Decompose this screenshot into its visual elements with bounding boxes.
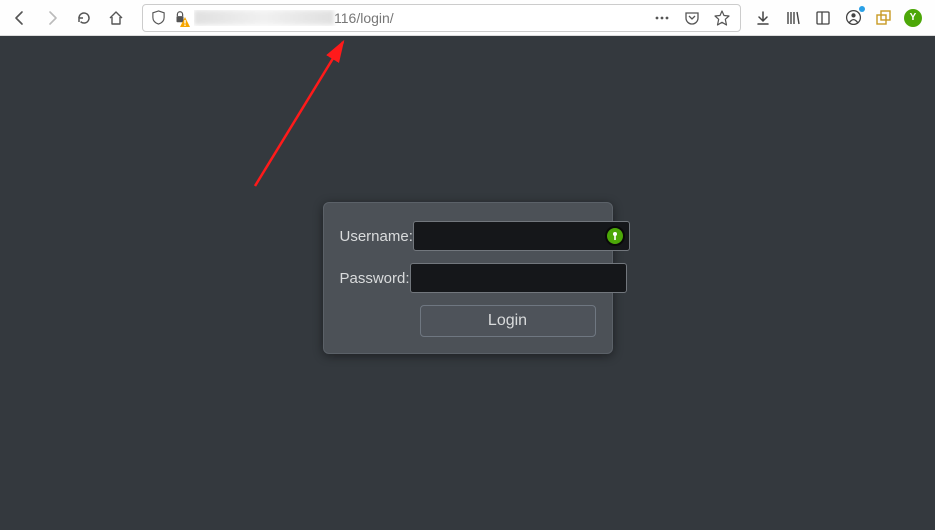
- forward-icon: [44, 10, 60, 26]
- browser-toolbar: 116/login/ Y: [0, 0, 935, 36]
- account-icon: [845, 9, 862, 26]
- back-icon: [12, 10, 28, 26]
- address-bar-actions: [652, 8, 732, 28]
- sidebar-button[interactable]: [813, 8, 833, 28]
- username-input[interactable]: [413, 221, 630, 251]
- login-button[interactable]: Login: [420, 305, 596, 337]
- page-actions-button[interactable]: [652, 8, 672, 28]
- back-button[interactable]: [6, 4, 34, 32]
- download-icon: [755, 10, 771, 26]
- pocket-button[interactable]: [682, 8, 702, 28]
- forward-button[interactable]: [38, 4, 66, 32]
- lock-warning-icon[interactable]: [172, 10, 188, 26]
- reload-icon: [76, 10, 92, 26]
- username-row: Username:: [340, 221, 596, 251]
- password-label: Password:: [340, 270, 410, 287]
- star-icon: [714, 10, 730, 26]
- passman-extension-button[interactable]: Y: [903, 8, 923, 28]
- toolbar-right: Y: [753, 8, 929, 28]
- library-button[interactable]: [783, 8, 803, 28]
- home-icon: [108, 10, 124, 26]
- url-redacted-part: [194, 10, 334, 25]
- password-manager-icon[interactable]: [605, 226, 625, 246]
- url-text: 116/login/: [194, 10, 646, 26]
- username-label: Username:: [340, 228, 413, 245]
- shield-icon[interactable]: [151, 10, 166, 25]
- reload-button[interactable]: [70, 4, 98, 32]
- downloads-button[interactable]: [753, 8, 773, 28]
- address-bar-icons: [151, 10, 188, 26]
- login-panel: Username: Password: Login: [323, 202, 613, 354]
- address-bar[interactable]: 116/login/: [142, 4, 741, 32]
- passman-icon: Y: [904, 9, 922, 27]
- account-button[interactable]: [843, 8, 863, 28]
- extension-button[interactable]: [873, 8, 893, 28]
- annotation-arrow: [235, 36, 375, 196]
- extension-icon: [875, 10, 891, 26]
- page-content: Username: Password: Login: [0, 36, 935, 530]
- password-input[interactable]: [410, 263, 627, 293]
- reader-icon: [815, 10, 831, 26]
- password-row: Password:: [340, 263, 596, 293]
- home-button[interactable]: [102, 4, 130, 32]
- pocket-icon: [684, 10, 700, 26]
- library-icon: [785, 10, 801, 26]
- bookmark-button[interactable]: [712, 8, 732, 28]
- more-icon: [654, 10, 670, 26]
